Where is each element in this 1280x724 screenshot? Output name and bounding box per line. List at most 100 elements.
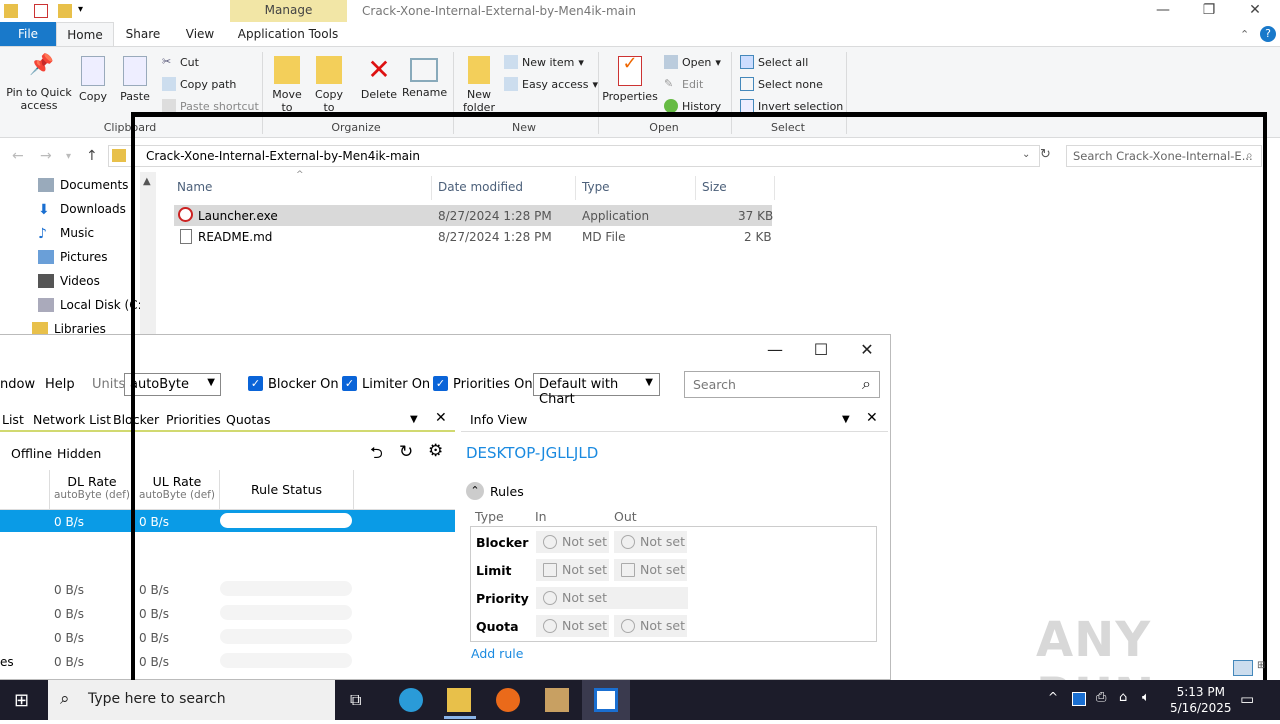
network-icon[interactable]: ⌂ — [1119, 690, 1127, 705]
large-icons-view-icon[interactable]: ⊞ — [1257, 660, 1267, 676]
column-divider[interactable] — [575, 176, 576, 200]
invert-selection-button[interactable]: Invert selection — [740, 99, 843, 113]
priorities-checkbox[interactable]: ✓ — [433, 376, 448, 391]
address-dropdown-icon[interactable]: ⌄ — [1022, 149, 1030, 160]
nav-item-videos[interactable]: Videos — [38, 274, 100, 288]
open-button[interactable]: Open ▾ — [664, 55, 721, 69]
column-divider[interactable] — [431, 176, 432, 200]
forward-icon[interactable]: → — [40, 148, 52, 164]
collapse-ribbon-icon[interactable]: ⌃ — [1240, 28, 1249, 41]
close-button[interactable]: ✕ — [1240, 2, 1270, 18]
tab-network-list[interactable]: Network List — [33, 412, 111, 427]
minimize-button[interactable]: — — [1148, 2, 1178, 18]
info-menu-dropdown-icon[interactable]: ▼ — [842, 414, 850, 425]
copy-path-button[interactable]: Copy path — [162, 77, 236, 91]
tab-view[interactable]: View — [178, 22, 222, 46]
refresh-icon[interactable]: ↻ — [399, 442, 413, 462]
properties-button[interactable]: ✓ Properties — [602, 55, 658, 104]
rename-button[interactable]: Rename — [402, 56, 447, 99]
select-all-button[interactable]: Select all — [740, 55, 808, 69]
info-close-icon[interactable]: ✕ — [866, 410, 878, 426]
quota-out-cell[interactable]: Not set — [614, 615, 687, 637]
priority-cell[interactable]: Not set — [536, 587, 688, 609]
units-select[interactable]: autoByte ▼ — [124, 373, 221, 396]
column-size[interactable]: Size — [702, 180, 727, 194]
edit-button[interactable]: ✎ Edit — [664, 77, 703, 91]
new-folder-icon[interactable] — [58, 4, 72, 18]
properties-icon[interactable] — [34, 4, 48, 18]
delete-button[interactable]: ✕ Delete — [358, 56, 400, 102]
column-divider[interactable] — [695, 176, 696, 200]
easy-access-button[interactable]: Easy access ▾ — [504, 77, 598, 91]
paste-button[interactable]: Paste — [118, 56, 152, 103]
limit-out-cell[interactable]: Not set — [614, 559, 687, 581]
nav-scrollbar[interactable] — [140, 172, 156, 342]
tab-quotas[interactable]: Quotas — [226, 412, 270, 427]
explorer-search-input[interactable]: Search Crack-Xone-Internal-E... — [1066, 145, 1262, 167]
windows-start-icon[interactable]: ⊞ — [14, 690, 29, 711]
details-view-icon[interactable] — [1233, 660, 1253, 676]
edge-icon[interactable] — [399, 688, 423, 712]
volume-icon[interactable]: 🔈︎ — [1142, 690, 1150, 705]
quota-in-cell[interactable]: Not set — [536, 615, 609, 637]
show-hidden-icons-icon[interactable]: ^ — [1048, 690, 1058, 704]
add-rule-link[interactable]: Add rule — [471, 646, 523, 661]
restore-button[interactable]: ❐ — [1194, 2, 1224, 18]
taskbar-clock[interactable]: 5:13 PM 5/16/2025 — [1170, 684, 1232, 716]
help-icon[interactable]: ? — [1260, 26, 1276, 42]
tab-file[interactable]: File — [0, 22, 56, 46]
manage-contextual-tab[interactable]: Manage — [230, 0, 347, 22]
file-explorer-icon[interactable] — [447, 688, 471, 712]
column-dl-rate[interactable]: DL Rate autoByte (def) — [50, 474, 134, 501]
menu-help[interactable]: Help — [45, 377, 75, 392]
column-rule-status[interactable]: Rule Status — [220, 482, 353, 497]
select-none-button[interactable]: Select none — [740, 77, 823, 91]
address-path[interactable]: Crack-Xone-Internal-External-by-Men4ik-m… — [146, 149, 420, 163]
pin-quick-access-button[interactable]: 📌 Pin to Quick access — [4, 54, 74, 112]
new-item-button[interactable]: New item ▾ — [504, 55, 584, 69]
filter-hidden[interactable]: Hidden — [57, 446, 101, 461]
history-button[interactable]: History — [664, 99, 721, 113]
nl-close-button[interactable]: ✕ — [852, 340, 882, 359]
device-icon[interactable]: ⎙ — [1096, 690, 1106, 705]
netlimiter-tray-icon[interactable] — [1072, 692, 1086, 706]
tab-share[interactable]: Share — [120, 22, 166, 46]
copy-to-button[interactable]: Copy to — [310, 56, 348, 114]
firefox-icon[interactable] — [496, 688, 520, 712]
nav-item-music[interactable]: ♪ Music — [38, 226, 94, 242]
tab-home[interactable]: Home — [56, 22, 114, 46]
paste-shortcut-button[interactable]: Paste shortcut — [162, 99, 259, 113]
limit-in-cell[interactable]: Not set — [536, 559, 609, 581]
nl-minimize-button[interactable]: — — [760, 340, 790, 359]
column-type[interactable]: Type — [582, 180, 610, 194]
blocker-out-cell[interactable]: Not set — [614, 531, 687, 553]
move-to-button[interactable]: Move to — [268, 56, 306, 114]
tab-list[interactable]: List — [2, 412, 24, 427]
column-name[interactable]: Name — [177, 180, 212, 194]
tab-application-tools[interactable]: Application Tools — [234, 22, 342, 46]
profile-select[interactable]: Default with Chart ▼ — [533, 373, 660, 407]
up-icon[interactable]: ↑ — [86, 148, 98, 164]
close-panel-icon[interactable]: ✕ — [435, 410, 447, 426]
nl-maximize-button[interactable]: ☐ — [806, 340, 836, 359]
column-divider[interactable] — [353, 470, 354, 510]
back-icon[interactable]: ← — [12, 148, 24, 164]
nav-item-pictures[interactable]: Pictures — [38, 250, 108, 264]
copy-button[interactable]: Copy — [76, 56, 110, 103]
nav-item-documents[interactable]: Documents — [38, 178, 128, 192]
menu-window[interactable]: ndow — [0, 377, 35, 392]
new-folder-button[interactable]: New folder — [460, 56, 498, 114]
folder-icon[interactable] — [4, 4, 18, 18]
collapse-rules-icon[interactable]: ⌃ — [466, 482, 484, 500]
limiter-checkbox[interactable]: ✓ — [342, 376, 357, 391]
blocker-checkbox[interactable]: ✓ — [248, 376, 263, 391]
tab-menu-dropdown-icon[interactable]: ▼ — [410, 414, 418, 425]
column-date[interactable]: Date modified — [438, 180, 523, 194]
tab-blocker[interactable]: Blocker — [113, 412, 159, 427]
refresh-icon[interactable]: ↻ — [1040, 147, 1051, 162]
blocker-in-cell[interactable]: Not set — [536, 531, 609, 553]
winrar-icon[interactable] — [545, 688, 569, 712]
collapse-all-icon[interactable]: ⮌ — [370, 442, 383, 469]
column-ul-rate[interactable]: UL Rate autoByte (def) — [135, 474, 219, 501]
nav-item-downloads[interactable]: ⬇ Downloads — [38, 202, 126, 218]
